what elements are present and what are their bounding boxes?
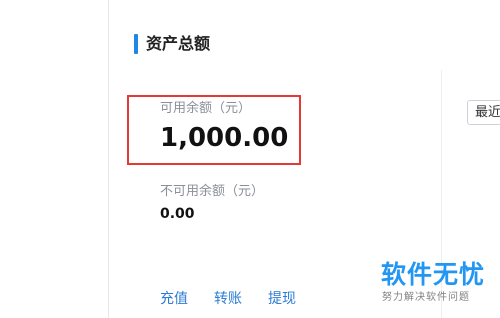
- unavailable-balance-value: 0.00: [160, 206, 195, 222]
- section-accent-bar: [134, 34, 138, 54]
- withdraw-link[interactable]: 提现: [268, 291, 296, 307]
- transfer-link[interactable]: 转账: [214, 291, 242, 307]
- sidebar: [0, 0, 108, 318]
- section-title: 资产总额: [146, 34, 211, 53]
- period-filter-select[interactable]: 最近: [467, 100, 500, 125]
- highlight-annotation-box: [127, 95, 301, 165]
- watermark-subtitle: 努力解决软件问题: [382, 292, 470, 303]
- unavailable-balance-label: 不可用余额（元）: [160, 184, 265, 199]
- watermark-title: 软件无忧: [381, 260, 486, 289]
- recharge-link[interactable]: 充值: [160, 291, 188, 307]
